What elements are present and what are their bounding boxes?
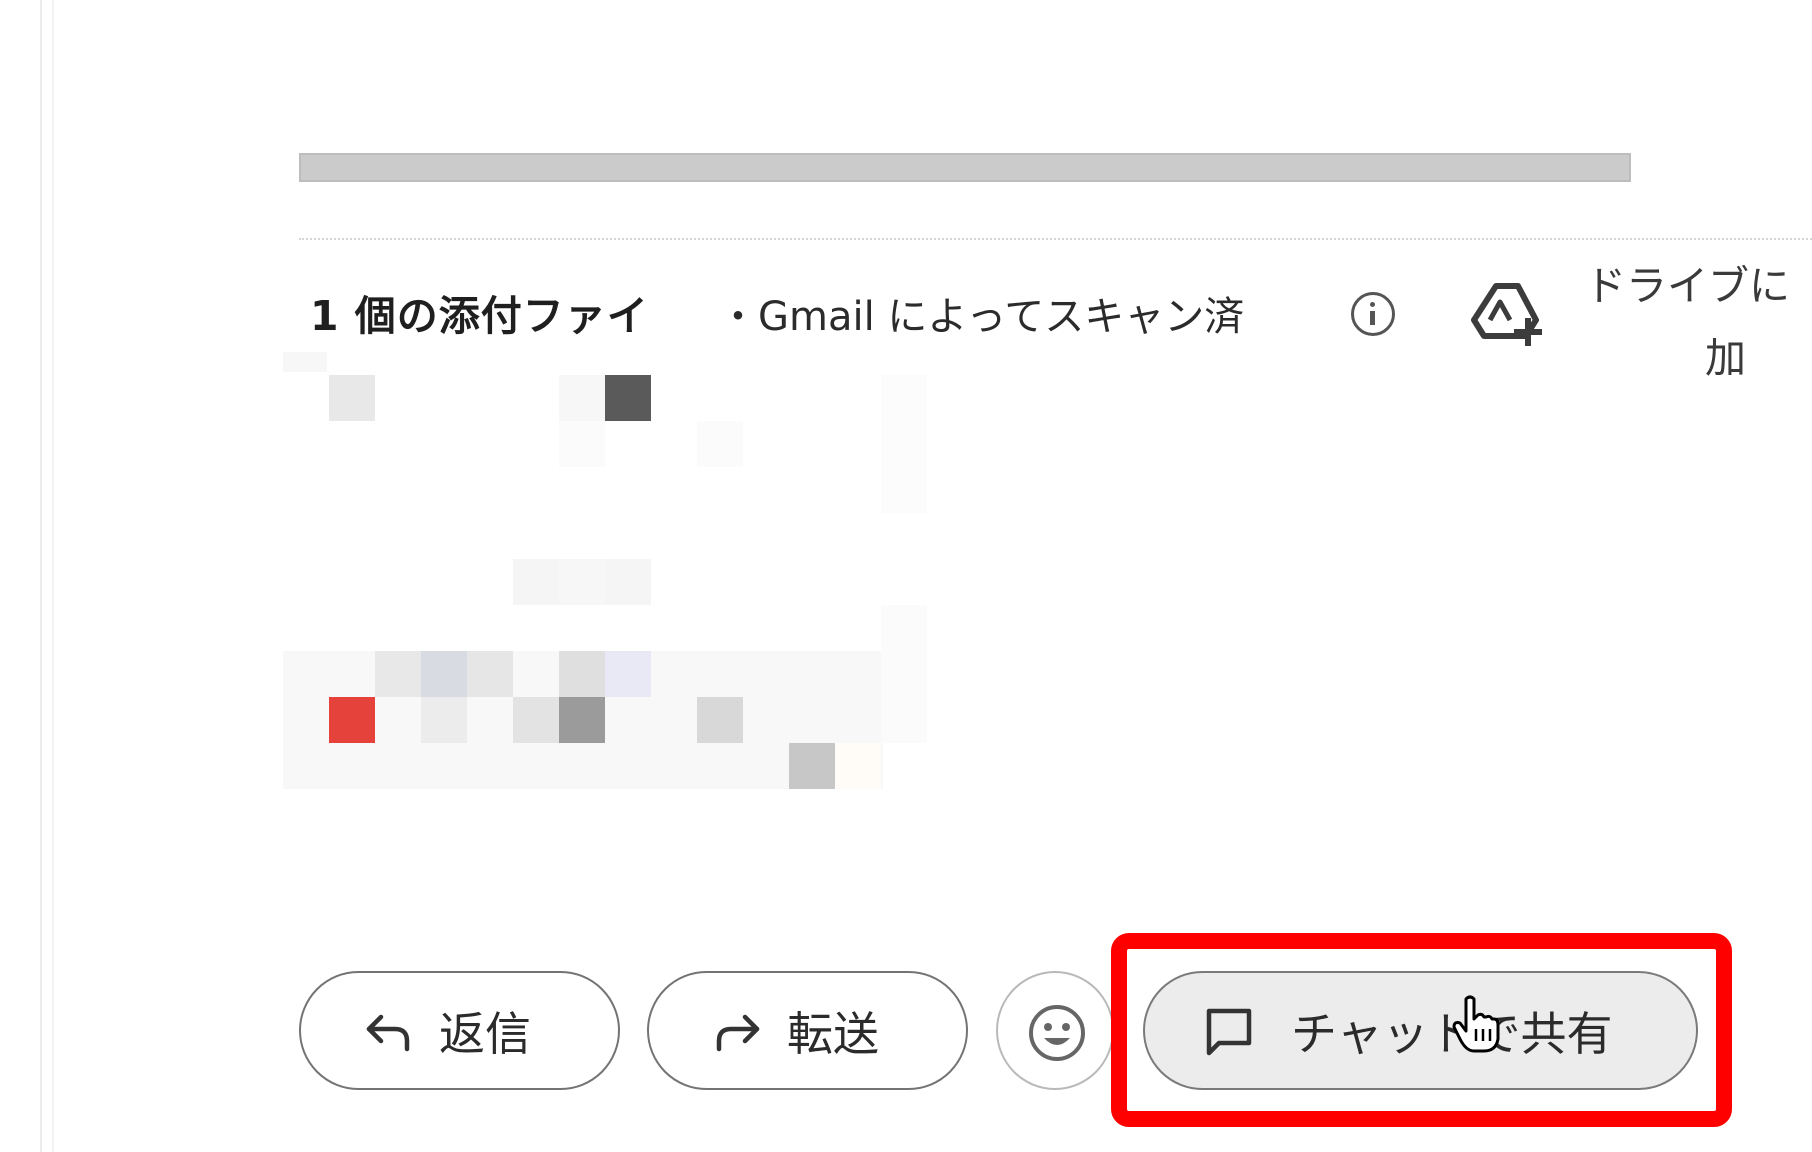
forward-label: 転送 <box>787 1006 879 1061</box>
chat-bubble-icon <box>1206 1008 1252 1055</box>
forward-arrow-icon <box>716 1014 760 1051</box>
reply-label: 返信 <box>439 1006 531 1061</box>
share-to-chat-button[interactable]: チャットで共有 <box>1143 971 1698 1090</box>
hand-pointer-cursor <box>1452 995 1500 1053</box>
emoji-reaction-button[interactable] <box>996 971 1114 1090</box>
emoji-icon <box>1029 1005 1085 1061</box>
reply-button[interactable]: 返信 <box>299 971 620 1090</box>
reply-arrow-icon <box>366 1014 410 1051</box>
forward-button[interactable]: 転送 <box>647 971 968 1090</box>
